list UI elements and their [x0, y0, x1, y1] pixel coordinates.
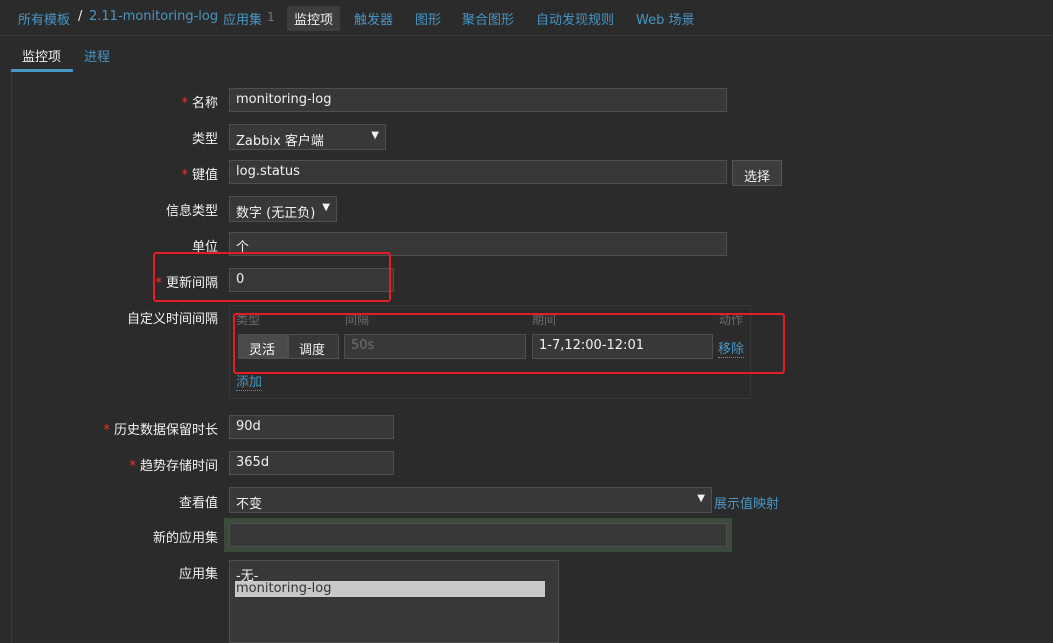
chevron-down-icon: ▼ [697, 493, 705, 504]
valuemap-select[interactable]: 不变 ▼ [229, 487, 712, 513]
trends-input[interactable]: 365d [229, 451, 394, 475]
top-navigation: 所有模板 / 2.11-monitoring-log 应用集 1 监控项 触发器… [0, 0, 1053, 36]
nav-graphs[interactable]: 图形 [415, 9, 441, 28]
breadcrumb-template[interactable]: 2.11-monitoring-log [89, 9, 218, 24]
new-app-input[interactable] [229, 523, 727, 547]
breadcrumb-all-templates[interactable]: 所有模板 [18, 9, 70, 28]
nav-discovery-rules[interactable]: 自动发现规则 [536, 9, 614, 28]
name-label: * 名称 [181, 96, 218, 111]
nav-items[interactable]: 监控项 [287, 6, 341, 31]
nav-screens[interactable]: 聚合图形 [462, 9, 514, 28]
type-select[interactable]: Zabbix 客户端 ▼ [229, 124, 386, 150]
tab-preprocessing[interactable]: 进程 [84, 46, 110, 65]
key-input[interactable]: log.status [229, 160, 727, 184]
add-interval-link[interactable]: 添加 [236, 371, 263, 391]
nav-web-scenarios[interactable]: Web 场景 [636, 9, 694, 28]
key-label: * 键值 [181, 168, 218, 183]
highlight-box-custom-intervals [233, 313, 785, 374]
custom-intervals-label: 自定义时间间隔 [126, 312, 218, 327]
history-input[interactable]: 90d [229, 415, 394, 439]
type-label: 类型 [191, 132, 218, 147]
form-tabs: 监控项 进程 [0, 37, 1053, 72]
history-label: * 历史数据保留时长 [103, 423, 218, 438]
valuemap-label: 查看值 [178, 496, 218, 511]
new-app-label: 新的应用集 [152, 531, 218, 546]
chevron-down-icon: ▼ [371, 130, 379, 141]
breadcrumb-separator: / [78, 9, 83, 24]
show-value-mappings-link[interactable]: 展示值映射 [714, 493, 779, 512]
highlight-box-interval [153, 252, 391, 302]
applications-count-badge: 1 [267, 10, 275, 24]
apps-listbox[interactable] [229, 560, 559, 643]
key-select-button[interactable]: 选择 [732, 160, 783, 186]
tab-item[interactable]: 监控项 [22, 46, 61, 65]
info-type-label: 信息类型 [165, 204, 218, 219]
apps-label: 应用集 [178, 567, 218, 582]
name-input[interactable]: monitoring-log [229, 88, 727, 112]
nav-applications[interactable]: 应用集 [223, 9, 262, 28]
trends-label: * 趋势存储时间 [129, 459, 218, 474]
info-type-select[interactable]: 数字 (无正负) ▼ [229, 196, 337, 222]
apps-option[interactable]: monitoring-log [235, 581, 545, 597]
chevron-down-icon: ▼ [322, 202, 330, 213]
nav-triggers[interactable]: 触发器 [354, 9, 393, 28]
